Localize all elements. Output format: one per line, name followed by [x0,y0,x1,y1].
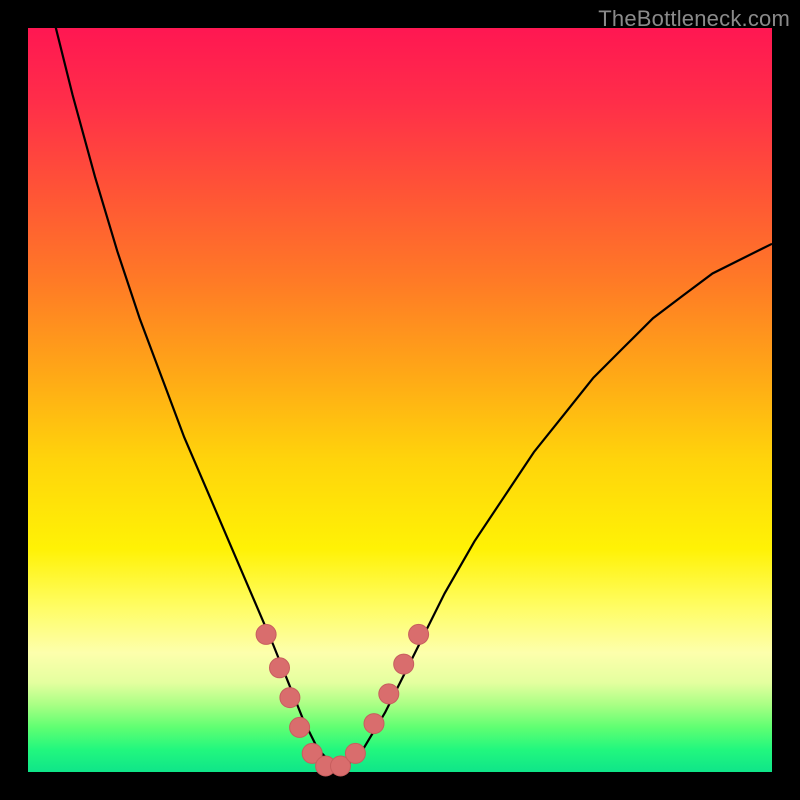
plot-area [28,28,772,772]
curve-marker [379,684,399,704]
bottleneck-curve [28,0,772,765]
curve-marker [364,714,384,734]
watermark-text: TheBottleneck.com [598,6,790,32]
curve-marker [409,624,429,644]
chart-frame: TheBottleneck.com [0,0,800,800]
curve-marker [290,717,310,737]
marker-group [256,624,429,776]
curve-marker [280,688,300,708]
curve-marker [256,624,276,644]
curve-marker [345,743,365,763]
curve-marker [394,654,414,674]
curve-marker [270,658,290,678]
curve-svg [28,28,772,772]
